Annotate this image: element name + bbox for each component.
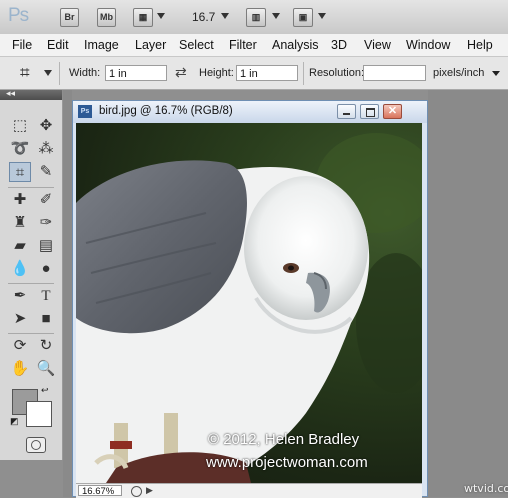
tools-panel-header[interactable]: ◂◂ <box>0 88 62 100</box>
healing-brush-icon[interactable]: ✚ <box>9 190 31 210</box>
close-button[interactable]: ✕ <box>383 104 402 119</box>
screen-mode-dropdown-icon[interactable] <box>318 13 326 19</box>
height-field[interactable]: 1 in <box>236 65 298 81</box>
resolution-label: Resolution: <box>309 67 365 79</box>
menu-window[interactable]: Window <box>406 38 450 52</box>
minimize-button[interactable] <box>337 104 356 119</box>
rectangle-shape-icon[interactable]: ■ <box>35 309 57 329</box>
tools-separator <box>8 283 54 284</box>
zoom-dropdown-icon[interactable] <box>221 13 229 19</box>
status-menu-arrow-icon[interactable]: ▶ <box>146 485 153 496</box>
tools-panel: ⬚ ✥ ➰ ⁂ ⌗ ✎ ✚ ✐ ♜ ✑ ▰ ▤ 💧 ● ✒ T ➤ ■ ⟳ ↻ … <box>0 100 63 460</box>
bridge-button[interactable]: Br <box>60 8 79 27</box>
maximize-icon <box>366 108 375 117</box>
gradient-icon[interactable]: ▤ <box>35 236 57 256</box>
view-extras-dropdown-icon[interactable] <box>157 13 165 19</box>
menu-edit[interactable]: Edit <box>47 38 69 52</box>
blur-tool-icon[interactable]: 💧 <box>9 259 31 279</box>
workspace-background <box>63 90 72 497</box>
pen-tool-icon[interactable]: ✒ <box>9 286 31 306</box>
mini-bridge-button[interactable]: Mb <box>97 8 116 27</box>
quick-selection-icon[interactable]: ⁂ <box>35 139 57 159</box>
document-window: Ps bird.jpg @ 16.7% (RGB/8) ✕ © 2012, He… <box>72 100 428 498</box>
arrange-dropdown-icon[interactable] <box>272 13 280 19</box>
hand-tool-icon[interactable]: ✋ <box>9 359 31 379</box>
menu-image[interactable]: Image <box>84 38 119 52</box>
crop-tool-icon[interactable]: ⌗ <box>9 162 31 182</box>
height-label: Height: <box>199 67 234 79</box>
path-selection-icon[interactable]: ➤ <box>9 309 31 329</box>
tools-separator <box>8 187 54 188</box>
minimize-icon <box>343 113 350 115</box>
document-status-bar: 16.67% ▶ <box>76 483 422 498</box>
units-dropdown-icon[interactable] <box>492 71 500 76</box>
copyright-text: © 2012, Helen Bradley <box>208 431 360 448</box>
type-tool-icon[interactable]: T <box>35 286 57 306</box>
photoshop-document-icon: Ps <box>78 105 92 118</box>
photoshop-logo: Ps <box>8 5 29 26</box>
move-tool-icon[interactable]: ✥ <box>35 116 57 136</box>
quick-mask-icon[interactable] <box>26 437 46 453</box>
3d-rotate-icon[interactable]: ⟳ <box>9 336 31 356</box>
rectangular-marquee-icon[interactable]: ⬚ <box>9 116 31 136</box>
workspace-background <box>428 90 508 497</box>
default-colors-icon[interactable]: ◩ <box>10 416 19 427</box>
resolution-field[interactable] <box>363 65 426 81</box>
document-title: bird.jpg @ 16.7% (RGB/8) <box>99 105 233 117</box>
view-extras-button[interactable]: ▦ <box>133 8 153 27</box>
history-brush-icon[interactable]: ✑ <box>35 213 57 233</box>
menu-help[interactable]: Help <box>467 38 493 52</box>
maximize-button[interactable] <box>360 104 379 119</box>
menu-analysis[interactable]: Analysis <box>272 38 319 52</box>
menu-layer[interactable]: Layer <box>135 38 166 52</box>
application-bar: Ps Br Mb ▦ 16.7 ▥ ▣ <box>0 0 508 35</box>
eraser-icon[interactable]: ▰ <box>9 236 31 256</box>
tools-separator <box>8 333 54 334</box>
background-color-swatch[interactable] <box>26 401 52 427</box>
swap-dimensions-icon[interactable]: ⇄ <box>175 64 187 81</box>
website-text: www.projectwoman.com <box>206 454 368 471</box>
menu-view[interactable]: View <box>364 38 391 52</box>
clone-stamp-icon[interactable]: ♜ <box>9 213 31 233</box>
brush-tool-icon[interactable]: ✐ <box>35 190 57 210</box>
menu-bar: File Edit Image Layer Select Filter Anal… <box>0 34 508 57</box>
bird-photo <box>76 133 422 483</box>
crop-tool-preset-icon[interactable]: ⌗ <box>20 63 30 83</box>
status-info-icon[interactable] <box>131 486 142 497</box>
eyedropper-icon[interactable]: ✎ <box>35 162 57 182</box>
zoom-tool-icon[interactable]: 🔍 <box>35 359 57 379</box>
options-separator <box>59 62 60 85</box>
options-separator <box>303 62 304 85</box>
document-title-bar[interactable]: Ps bird.jpg @ 16.7% (RGB/8) ✕ <box>73 101 427 123</box>
dodge-tool-icon[interactable]: ● <box>35 259 57 279</box>
image-canvas[interactable]: © 2012, Helen Bradley www.projectwoman.c… <box>76 123 422 483</box>
tool-preset-dropdown-icon[interactable] <box>44 70 52 76</box>
watermark: wtvid.com <box>464 482 508 495</box>
screen-mode-button[interactable]: ▣ <box>293 8 313 27</box>
resolution-units-select[interactable]: pixels/inch <box>433 67 484 79</box>
options-bar: ⌗ Width: 1 in ⇄ Height: 1 in Resolution:… <box>0 57 508 90</box>
zoom-percentage-field[interactable]: 16.67% <box>78 485 122 497</box>
3d-orbit-icon[interactable]: ↻ <box>35 336 57 356</box>
menu-filter[interactable]: Filter <box>229 38 257 52</box>
width-label: Width: <box>69 67 101 79</box>
menu-3d[interactable]: 3D <box>331 38 347 52</box>
arrange-documents-button[interactable]: ▥ <box>246 8 266 27</box>
width-field[interactable]: 1 in <box>105 65 167 81</box>
lasso-icon[interactable]: ➰ <box>9 139 31 159</box>
menu-file[interactable]: File <box>12 38 32 52</box>
zoom-level[interactable]: 16.7 <box>192 10 215 24</box>
collapse-icon[interactable]: ◂◂ <box>6 88 15 99</box>
menu-select[interactable]: Select <box>179 38 214 52</box>
swap-colors-icon[interactable]: ↩ <box>41 385 49 396</box>
close-icon: ✕ <box>387 105 398 117</box>
